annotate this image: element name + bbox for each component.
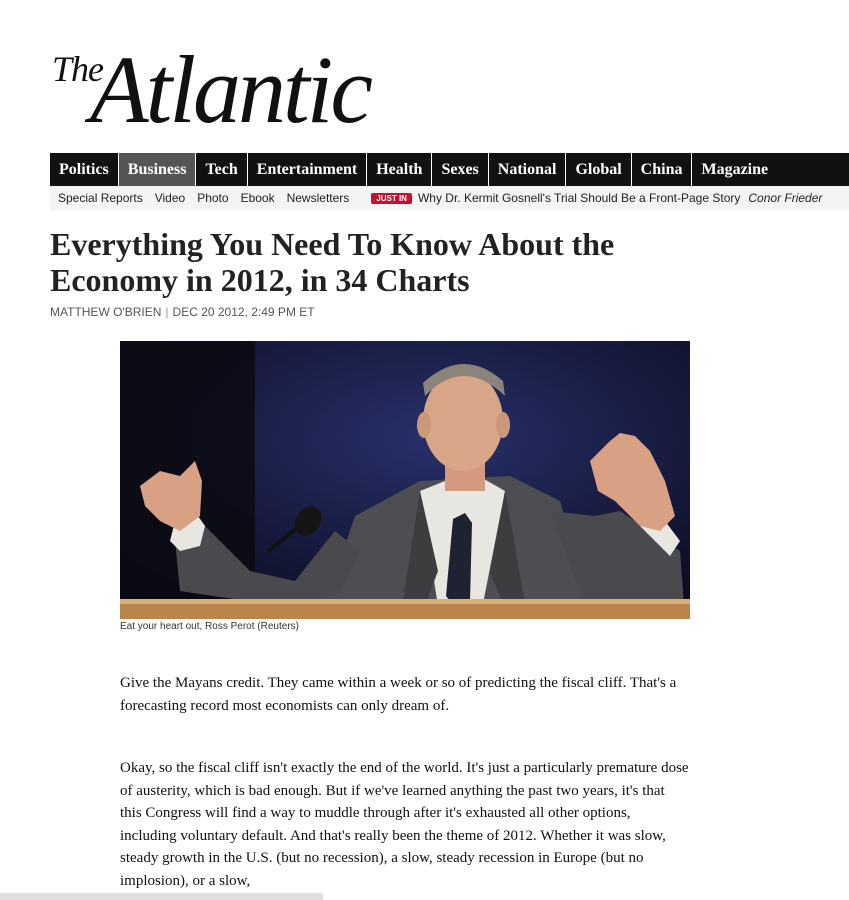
subnav-photo[interactable]: Photo <box>193 191 232 205</box>
nav-item-tech[interactable]: Tech <box>196 153 248 186</box>
just-in-badge: JUST IN <box>371 192 412 204</box>
nav-item-business[interactable]: Business <box>118 153 197 186</box>
photo-illustration <box>120 341 690 619</box>
just-in-author[interactable]: Conor Frieder <box>748 191 822 205</box>
subnav-ebook[interactable]: Ebook <box>237 191 279 205</box>
byline: MATTHEW O'BRIEN | DEC 20 2012, 2:49 PM ET <box>50 305 315 319</box>
article-paragraph: Okay, so the fiscal cliff isn't exactly … <box>120 760 689 889</box>
subnav-newsletters[interactable]: Newsletters <box>283 191 354 205</box>
article-photo <box>120 341 690 619</box>
nav-item-sexes[interactable]: Sexes <box>432 153 489 186</box>
article-headline: Everything You Need To Know About the Ec… <box>50 226 615 298</box>
nav-item-national[interactable]: National <box>489 153 567 186</box>
publish-date: DEC 20 2012, 2:49 PM ET <box>172 305 315 319</box>
nav-item-magazine[interactable]: Magazine <box>692 153 777 186</box>
horizontal-scrollbar[interactable] <box>0 893 323 900</box>
byline-divider: | <box>165 305 169 319</box>
main-nav: Politics Business Tech Entertainment Hea… <box>50 153 849 186</box>
site-logo[interactable]: The Atlantic <box>52 42 373 144</box>
just-in-story-link[interactable]: Why Dr. Kermit Gosnell's Trial Should Be… <box>418 191 740 205</box>
nav-item-entertainment[interactable]: Entertainment <box>248 153 368 186</box>
nav-item-politics[interactable]: Politics <box>50 153 119 186</box>
article-paragraph: Give the Mayans credit. They came within… <box>120 675 677 714</box>
nav-item-global[interactable]: Global <box>566 153 632 186</box>
nav-item-health[interactable]: Health <box>367 153 433 186</box>
photo-caption: Eat your heart out, Ross Perot (Reuters) <box>120 621 299 632</box>
subnav-special-reports[interactable]: Special Reports <box>54 191 147 205</box>
author-link[interactable]: MATTHEW O'BRIEN <box>50 305 161 319</box>
subnav-video[interactable]: Video <box>151 191 189 205</box>
nav-item-china[interactable]: China <box>632 153 693 186</box>
logo-atlantic: Atlantic <box>90 36 373 143</box>
sub-nav: Special Reports Video Photo Ebook Newsle… <box>50 186 849 210</box>
